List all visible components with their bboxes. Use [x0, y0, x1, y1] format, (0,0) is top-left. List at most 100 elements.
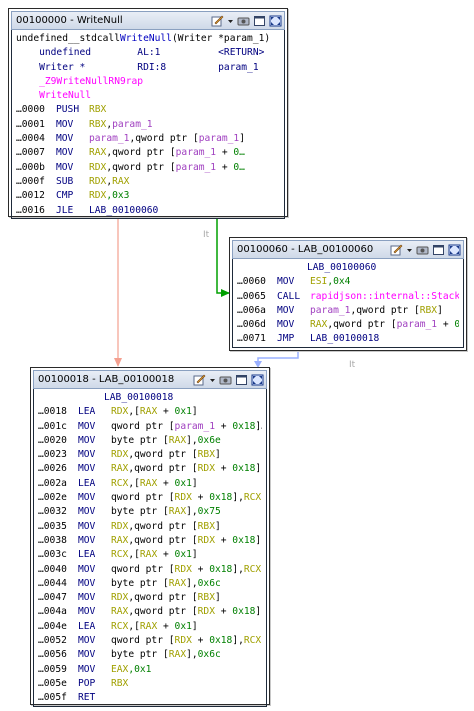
instruction-mnemonic: MOV — [78, 649, 96, 661]
operand-token: RDX — [89, 161, 107, 173]
operand-token: RDX — [197, 606, 215, 618]
operand-token: byte ptr [ — [111, 649, 169, 661]
operand-token: RBX — [197, 520, 215, 532]
instruction-row[interactable]: …0020 MOV byte ptr [RAX],0x6e — [38, 434, 262, 448]
block-titlebar[interactable]: 00100060 - LAB_00100060 — [232, 240, 464, 259]
operand-token: ,0x4 — [327, 276, 351, 288]
block-label: LAB_00100060 — [307, 262, 377, 273]
instruction-row[interactable]: …0004 MOV param_1,qword ptr [param_1] — [16, 132, 280, 146]
instruction-row[interactable]: …0000 PUSH RBX — [16, 103, 280, 117]
edit-icon[interactable] — [389, 243, 403, 256]
code-block-lab-00100060[interactable]: 00100060 - LAB_00100060 LAB_00100060 …00… — [229, 237, 467, 351]
instruction-row[interactable]: …006d MOV RAX,qword ptr [param_1 + 0… — [237, 318, 459, 332]
block-toolbar — [389, 241, 461, 258]
instruction-address: …0007 — [16, 147, 45, 159]
operand-token: ] — [191, 620, 198, 632]
block-titlebar[interactable]: 00100018 - LAB_00100018 — [33, 370, 267, 389]
instruction-address: …0012 — [16, 190, 45, 202]
operand-token: + — [214, 606, 233, 618]
instruction-row[interactable]: …000b MOV RDX,qword ptr [param_1 + 0… — [16, 161, 280, 175]
instruction-mnemonic: MOV — [78, 492, 96, 504]
instruction-row[interactable]: …002e MOV qword ptr [RDX + 0x18],RCX — [38, 491, 262, 505]
instruction-row[interactable]: …0056 MOV byte ptr [RAX],0x6c — [38, 648, 262, 662]
maximize-icon[interactable] — [268, 14, 282, 27]
operand-token: param_1 — [175, 147, 217, 159]
instruction-row[interactable]: …0071 JMP LAB_00100018 — [237, 332, 459, 346]
instruction-address: …006d — [237, 319, 266, 331]
edit-icon[interactable] — [192, 373, 206, 386]
maximize-icon[interactable] — [447, 243, 461, 256]
operand-token: ] — [214, 520, 221, 532]
operand-token: + — [157, 620, 175, 632]
block-titlebar[interactable]: 00100000 - WriteNull — [11, 11, 285, 30]
operand-token: RDX — [197, 463, 215, 475]
instruction-row[interactable]: …004a MOV RAX,qword ptr [RDX + 0x18] — [38, 605, 262, 619]
signature-token: undefined AL:1 <RETURN> — [16, 47, 265, 59]
instruction-row[interactable]: …001c MOV qword ptr [param_1 + 0x18]… — [38, 420, 262, 434]
instruction-row[interactable]: …0047 MOV RDX,qword ptr [RBX] — [38, 591, 262, 605]
instruction-row[interactable]: …0018 LEA RDX,[RAX + 0x1] — [38, 405, 262, 419]
instruction-row[interactable]: …0026 MOV RAX,qword ptr [RDX + 0x18] — [38, 462, 262, 476]
instruction-mnemonic: MOV — [78, 563, 96, 575]
instruction-row[interactable]: …0032 MOV byte ptr [RAX],0x75 — [38, 505, 262, 519]
operand-token: RAX — [168, 577, 187, 589]
maximize-icon[interactable] — [250, 373, 264, 386]
instruction-row[interactable]: …0038 MOV RAX,qword ptr [RDX + 0x18] — [38, 534, 262, 548]
operand-token: param_1 — [175, 161, 217, 173]
instruction-row[interactable]: …0001 MOV RBX,param_1 — [16, 118, 280, 132]
dropdown-icon[interactable] — [208, 373, 216, 386]
instruction-row[interactable]: …0035 MOV RDX,qword ptr [RBX] — [38, 520, 262, 534]
snapshot-icon[interactable] — [236, 14, 250, 27]
block-title: 00100018 - LAB_00100018 — [38, 374, 175, 385]
instruction-row[interactable]: …0059 MOV EAX,0x1 — [38, 663, 262, 677]
operand-token: 0x18 — [232, 420, 256, 432]
operand-token: qword ptr [ — [111, 492, 175, 504]
operand-token: RDX — [89, 175, 107, 187]
instruction-row[interactable]: …0044 MOV byte ptr [RAX],0x6c — [38, 577, 262, 591]
instruction-row[interactable]: …0012 CMP RDX,0x3 — [16, 189, 280, 203]
signature-token: (Writer *param_1) — [171, 33, 271, 44]
signature-line: undefined AL:1 <RETURN> — [16, 46, 280, 60]
operand-token: RAX — [310, 319, 328, 331]
restore-icon[interactable] — [234, 373, 248, 386]
instruction-row[interactable]: …004e LEA RCX,[RAX + 0x1] — [38, 620, 262, 634]
operand-token: qword ptr [ — [111, 563, 175, 575]
restore-icon[interactable] — [252, 14, 266, 27]
dropdown-icon[interactable] — [405, 243, 413, 256]
dropdown-icon[interactable] — [226, 14, 234, 27]
operand-token: RDX — [111, 520, 129, 532]
operand-token: ,[ — [128, 549, 140, 561]
instruction-row[interactable]: …0016 JLE LAB_00100060 — [16, 204, 280, 218]
operand-token: 0x75 — [197, 506, 221, 518]
operand-token: RCX — [243, 563, 262, 575]
instruction-address: …0018 — [38, 406, 67, 418]
restore-icon[interactable] — [431, 243, 445, 256]
instruction-row[interactable]: …0023 MOV RDX,qword ptr [RBX] — [38, 448, 262, 462]
instruction-row[interactable]: …0040 MOV qword ptr [RDX + 0x18],RCX — [38, 563, 262, 577]
code-block-lab-00100018[interactable]: 00100018 - LAB_00100018 LAB_00100018 …00… — [30, 367, 270, 707]
operand-token: ] — [191, 406, 198, 418]
operand-token: ,qword ptr [ — [128, 449, 198, 461]
instruction-mnemonic: MOV — [78, 449, 96, 461]
edge-label-true: It — [203, 230, 210, 240]
instruction-row[interactable]: …005e POP RBX — [38, 677, 262, 691]
instruction-row[interactable]: …0052 MOV qword ptr [RDX + 0x18],RCX — [38, 634, 262, 648]
instruction-row[interactable]: …000f SUB RDX,RAX — [16, 175, 280, 189]
operand-token: LAB_00100060 — [89, 204, 159, 216]
snapshot-icon[interactable] — [218, 373, 232, 386]
operand-token: 0x18 — [232, 463, 256, 475]
instruction-row[interactable]: …0060 MOV ESI,0x4 — [237, 275, 459, 289]
instruction-row[interactable]: …002a LEA RCX,[RAX + 0x1] — [38, 477, 262, 491]
instruction-row[interactable]: …003c LEA RCX,[RAX + 0x1] — [38, 548, 262, 562]
edit-icon[interactable] — [210, 14, 224, 27]
code-block-writenull[interactable]: 00100000 - WriteNull undefined__stdcallW… — [8, 8, 288, 219]
operand-token: + — [157, 406, 175, 418]
operand-token: RCX — [243, 492, 262, 504]
instruction-row[interactable]: …005f RET — [38, 691, 262, 705]
block-title: 00100060 - LAB_00100060 — [237, 244, 374, 255]
instruction-row[interactable]: …0007 MOV RAX,qword ptr [param_1 + 0… — [16, 146, 280, 160]
instruction-row[interactable]: …006a MOV param_1,qword ptr [RBX] — [237, 304, 459, 318]
instruction-row[interactable]: …0065 CALL rapidjson::internal::Stack — [237, 290, 459, 304]
snapshot-icon[interactable] — [415, 243, 429, 256]
operand-token: 0x18 — [209, 563, 233, 575]
